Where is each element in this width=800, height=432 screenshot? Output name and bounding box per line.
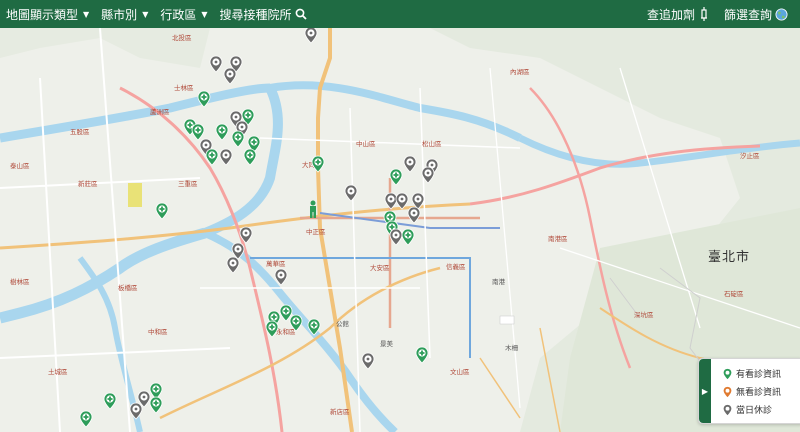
clinic-pin-open[interactable]: [197, 90, 211, 108]
legend-item-open: 有看診資訊: [723, 367, 781, 380]
filter-search-label: 篩選查詢: [723, 7, 772, 22]
clinic-pin-open[interactable]: [289, 314, 303, 332]
map-label: 五股區: [70, 128, 90, 136]
map-label: 板橋區: [118, 284, 138, 292]
map-label: 南港區: [548, 235, 568, 243]
booster-search-label: 查追加劑: [646, 7, 695, 22]
clinic-pin-open[interactable]: [205, 148, 219, 166]
clinic-pin-closed[interactable]: [407, 206, 421, 224]
clinic-pin-closed[interactable]: [361, 352, 375, 370]
clinic-pin-open[interactable]: [265, 320, 279, 338]
clinic-pin-open[interactable]: [155, 202, 169, 220]
map-label: 石碇區: [724, 290, 744, 298]
map-label: 信義區: [446, 263, 466, 271]
map-label: 深坑區: [634, 311, 654, 319]
clinic-pin-closed[interactable]: [421, 166, 435, 184]
clinic-pin-open[interactable]: [231, 130, 245, 148]
chevron-down-icon: ▼: [142, 9, 149, 19]
search-clinic-button[interactable]: 搜尋接種院所: [214, 0, 313, 28]
map-label: 南港: [492, 278, 505, 286]
map-label: 汐止區: [740, 152, 760, 160]
legend-label-no-info: 無看診資訊: [736, 388, 782, 398]
map-pin-icon: [723, 386, 732, 397]
syringe-icon: [700, 7, 707, 21]
clinic-pin-open[interactable]: [215, 123, 229, 141]
city-label: 縣市別: [101, 7, 138, 22]
chevron-down-icon: ▼: [83, 9, 90, 19]
clinic-pin-closed[interactable]: [209, 55, 223, 73]
clinic-pin-open[interactable]: [243, 148, 257, 166]
clinic-pin-closed[interactable]: [226, 256, 240, 274]
map-label: 中和區: [148, 328, 168, 336]
clinic-pin-open[interactable]: [307, 318, 321, 336]
clinic-pin-closed[interactable]: [223, 67, 237, 85]
map-label: 北投區: [172, 34, 192, 42]
clinic-pin-closed[interactable]: [304, 28, 318, 44]
map-label: 木柵: [505, 344, 518, 352]
map-label: 松山區: [422, 140, 442, 148]
map-label: 新莊區: [78, 180, 98, 188]
map-label: 土城區: [48, 368, 68, 376]
clinic-pin-open[interactable]: [401, 228, 415, 246]
map-label: 中正區: [306, 228, 326, 236]
district-label: 行政區: [160, 7, 197, 22]
clinic-pin-open[interactable]: [103, 392, 117, 410]
legend-label-closed: 當日休診: [736, 406, 773, 416]
legend-item-closed: 當日休診: [723, 403, 772, 416]
clinic-pin-open[interactable]: [149, 396, 163, 414]
current-location-marker[interactable]: [306, 200, 320, 218]
map-label: 樹林區: [10, 278, 30, 286]
map-pin-icon: [723, 368, 732, 379]
map-label: 內湖區: [510, 68, 530, 76]
clinic-pin-open[interactable]: [311, 155, 325, 173]
map-label: 公館: [336, 320, 349, 328]
legend-toggle-button[interactable]: ▶: [699, 359, 711, 423]
clinic-pin-closed[interactable]: [403, 155, 417, 173]
chevron-down-icon: ▼: [201, 9, 208, 19]
clinic-pin-closed[interactable]: [274, 268, 288, 286]
map-pin-icon: [723, 404, 732, 415]
search-clinic-label: 搜尋接種院所: [219, 7, 292, 22]
map-label: 士林區: [174, 84, 194, 92]
search-icon: [295, 8, 307, 20]
map-label: 景美: [380, 340, 393, 348]
clinic-pin-open[interactable]: [389, 168, 403, 186]
legend-item-no-info: 無看診資訊: [723, 385, 781, 398]
clinic-pin-closed[interactable]: [129, 402, 143, 420]
map-type-dropdown[interactable]: 地圖顯示類型 ▼: [0, 0, 95, 28]
top-navigation-bar: 地圖顯示類型 ▼ 縣市別 ▼ 行政區 ▼ 搜尋接種院所 查追加劑 篩選查詢: [0, 0, 800, 28]
map-label: 蘆洲區: [150, 108, 170, 116]
filter-menu: 地圖顯示類型 ▼ 縣市別 ▼ 行政區 ▼ 搜尋接種院所: [0, 0, 313, 28]
map-label: 泰山區: [10, 162, 30, 170]
legend-panel: ▶ 有看診資訊 無看診資訊 當日休診: [698, 358, 800, 424]
clinic-pin-closed[interactable]: [344, 184, 358, 202]
map-label: 新店區: [330, 408, 350, 416]
map-label: 中山區: [356, 140, 376, 148]
clinic-pin-open[interactable]: [415, 346, 429, 364]
filter-search-button[interactable]: 篩選查詢: [718, 0, 794, 28]
city-map-label: 臺北市: [708, 250, 751, 265]
globe-icon: [775, 8, 788, 20]
clinic-pin-open[interactable]: [79, 410, 93, 428]
booster-search-button[interactable]: 查追加劑: [641, 0, 716, 28]
map-type-label: 地圖顯示類型: [6, 7, 79, 22]
city-dropdown[interactable]: 縣市別 ▼: [95, 0, 154, 28]
map-label: 文山區: [450, 368, 470, 376]
clinic-pin-closed[interactable]: [219, 148, 233, 166]
legend-label-open: 有看診資訊: [736, 370, 782, 380]
map-label: 萬華區: [266, 260, 286, 268]
map-canvas[interactable]: 北投區 士林區 內湖區 中山區 松山區 大同區 南港區 信義區 大安區 中正區 …: [0, 28, 800, 432]
district-dropdown[interactable]: 行政區 ▼: [154, 0, 213, 28]
toolbar-right: 查追加劑 篩選查詢: [641, 0, 800, 28]
map-label: 大安區: [370, 264, 390, 272]
map-label: 三重區: [178, 180, 198, 188]
